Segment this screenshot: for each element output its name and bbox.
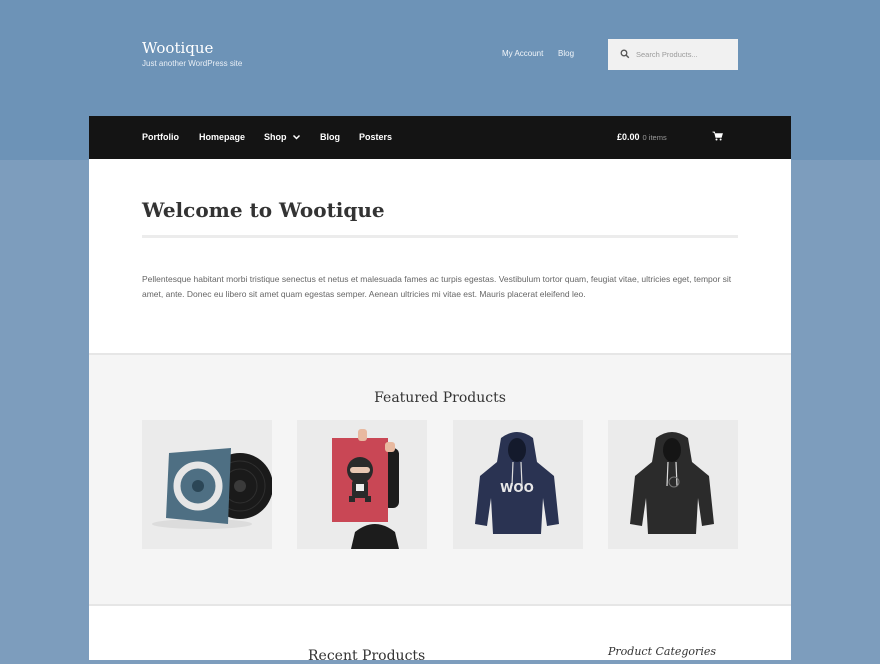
primary-navigation [89,116,791,159]
product-categories-title: Product Categories [608,645,716,658]
search-input[interactable] [636,39,734,70]
my-account-link[interactable]: My Account [502,49,543,58]
chevron-down-icon[interactable] [292,133,301,141]
nav-item-shop[interactable]: Shop [264,132,287,143]
cart-item-count: 0 items [642,133,667,142]
nav-item-homepage[interactable]: Homepage [199,132,245,143]
cart-summary[interactable]: £0.00 0 items [617,132,667,142]
nav-item-portfolio[interactable]: Portfolio [142,132,179,143]
search-icon [620,49,630,59]
title-divider [142,235,738,238]
woo-hoodie-image: WOO [475,432,559,534]
product-card-ninja-poster[interactable] [297,420,427,549]
svg-text:WOO: WOO [500,481,534,495]
intro-paragraph: Pellentesque habitant morbi tristique se… [142,274,732,299]
header-blog-link[interactable]: Blog [558,49,574,58]
recent-products-title: Recent Products [308,648,426,664]
ninja-hoodie-image [630,432,714,534]
ninja-poster-image [332,429,399,549]
product-card-ninja-hoodie[interactable] [608,420,738,549]
site-branding: Wootique Just another WordPress site [142,39,242,68]
cart-total: £0.00 [617,132,640,142]
nav-item-blog[interactable]: Blog [320,132,340,143]
nav-item-posters[interactable]: Posters [359,132,392,143]
vinyl-record-image [152,448,272,529]
page-title: Welcome to Wootique [142,198,385,222]
site-tagline: Just another WordPress site [142,59,243,68]
cart-icon[interactable] [712,131,723,141]
site-title[interactable]: Wootique [142,39,242,57]
product-card-woo-hoodie[interactable]: WOO [453,420,583,549]
featured-products-title: Featured Products [374,390,506,406]
product-card-vinyl-record[interactable] [142,420,272,549]
product-search[interactable] [608,39,738,70]
